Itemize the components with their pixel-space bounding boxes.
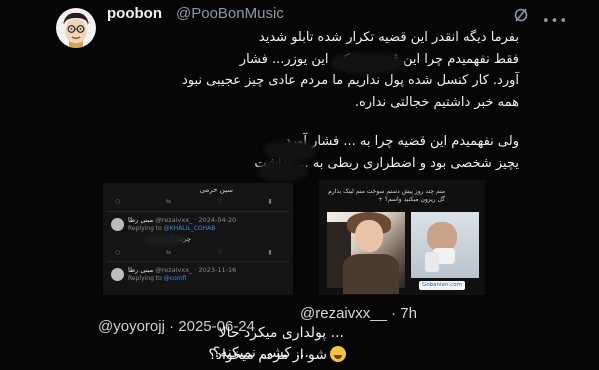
display-name[interactable]: poobon — [107, 5, 162, 22]
grok-icon[interactable] — [513, 7, 529, 23]
censor-smudge — [258, 160, 308, 182]
tweet-screenshot: poobon @PooBonMusic ••• بفرما دیگه انقدر… — [0, 0, 599, 370]
mini-replying-to: Replying to @comfi — [128, 275, 187, 282]
embedded-screenshot-replies[interactable]: سین خرمی ○ ⇆ ♡ ▮ مبنی رطا @rezaivxx_ · 2… — [103, 183, 293, 295]
tweet-line: بفرما دیگه انقدر این قضیه تکرار شده تابل… — [258, 30, 519, 45]
action-icons-row: ○ ⇆ ♡ ▮ — [115, 249, 293, 256]
action-icons-row: ○ ⇆ ♡ ▮ — [115, 198, 293, 205]
more-icon[interactable]: ••• — [542, 14, 568, 29]
tweet-line: یچیز شخصی بود و اضطراری ربطی به ... نداش… — [254, 155, 519, 171]
mini-reply-header: مبنی رطا @rezaivxx_ · 2023-11-16 — [128, 266, 237, 274]
user-handle[interactable]: @PooBonMusic — [176, 5, 284, 22]
tweet-line: ولی نفهمیدم این قضیه چرا به ... فشار آور… — [285, 134, 519, 149]
mini-reply-header: مبنی رطا @rezaivxx_ · 2024-04-20 — [128, 216, 237, 224]
screenshot-title: سین خرمی — [199, 186, 233, 194]
cartoon-avatar-icon — [63, 12, 89, 48]
photo-caption: منم چند روز پیش دستم سوخت منم لینک بذارم… — [328, 188, 445, 203]
avatar[interactable] — [56, 8, 96, 48]
censor-smudge — [330, 52, 404, 74]
tweet-line: همه خبر داشتیم خجالتی نداره. — [354, 94, 519, 110]
photo-hospital — [411, 212, 479, 278]
overlay-text-line: ... پولداری میکرد حالا — [218, 325, 344, 341]
mini-avatar — [111, 268, 124, 281]
embedded-screenshot-photos[interactable]: منم چند روز پیش دستم سوخت منم لینک بذارم… — [319, 180, 485, 295]
photo-person — [327, 212, 405, 294]
laughing-emoji-icon — [330, 346, 346, 362]
quoted-handle[interactable]: @rezaivxx__ · 7h — [300, 305, 417, 322]
mini-avatar — [111, 218, 124, 231]
site-watermark: Gobanlen.com — [419, 281, 465, 290]
censor-smudge — [143, 234, 185, 245]
censor-smudge — [264, 140, 316, 162]
tweet-line: آورد. کار کنسل شده پول نداریم ما مردم عا… — [181, 73, 519, 88]
overlay-text-line: شو از مردم میخواد؟ — [208, 346, 346, 363]
mini-replying-to: Replying to @KHALIL_COHAB — [128, 225, 216, 232]
tweet-text: بفرما دیگه انقدر این قضیه تکرار شده تابل… — [159, 27, 519, 174]
